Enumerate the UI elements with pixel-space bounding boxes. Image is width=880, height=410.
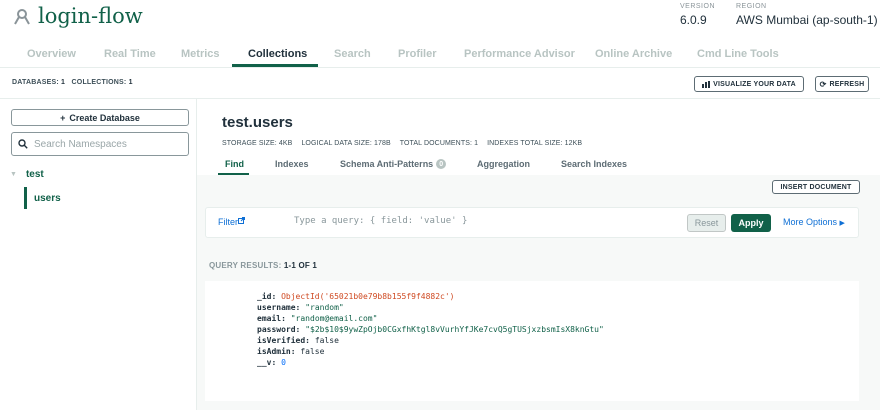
- insert-document-button[interactable]: INSERT DOCUMENT: [772, 180, 860, 194]
- field-key: isVerified:: [257, 336, 310, 345]
- total-documents: TOTAL DOCUMENTS: 1: [399, 140, 479, 147]
- create-database-label: Create Database: [69, 112, 140, 123]
- chart-icon: [702, 80, 711, 88]
- caret-right-icon: ▶: [839, 220, 845, 227]
- version-label: VERSION: [680, 3, 716, 10]
- visualize-data-label: VISUALIZE YOUR DATA: [713, 80, 796, 88]
- more-options-label: More Options: [783, 217, 838, 227]
- tab-metrics[interactable]: Metrics: [181, 44, 220, 66]
- version-value: 6.0.9: [680, 13, 707, 27]
- field-key: _id:: [257, 292, 277, 301]
- field-key: username:: [257, 303, 301, 312]
- tab-performance-advisor[interactable]: Performance Advisor: [464, 44, 575, 66]
- collections-count: 1: [128, 79, 133, 86]
- query-input[interactable]: [294, 216, 674, 226]
- cluster-tabs: Overview Real Time Metrics Collections S…: [0, 44, 880, 68]
- search-icon: [18, 139, 28, 149]
- document-field: __v: 0: [257, 357, 604, 368]
- field-value: 0: [281, 358, 286, 367]
- subtab-find[interactable]: Find: [225, 159, 244, 169]
- tab-profiler[interactable]: Profiler: [398, 44, 437, 66]
- subtab-schema-label: Schema Anti-Patterns: [340, 159, 434, 169]
- refresh-label: REFRESH: [829, 80, 865, 88]
- filter-link[interactable]: Filter: [218, 217, 245, 227]
- document-field: _id: ObjectId('65021b0e79b8b155f9f4882c'…: [257, 291, 604, 302]
- tree-database-test[interactable]: ▼ test: [10, 169, 44, 180]
- find-panel: INSERT DOCUMENT Filter Reset Apply More …: [197, 175, 880, 410]
- document-field: password: "$2b$10$9ywZpOjb0CGxfhKtgl8vVu…: [257, 324, 604, 335]
- subtab-indexes[interactable]: Indexes: [275, 159, 309, 169]
- tab-online-archive[interactable]: Online Archive: [595, 44, 672, 66]
- logical-data-size: LOGICAL DATA SIZE: 178B: [301, 140, 391, 147]
- database-name: test: [25, 169, 44, 180]
- apply-button[interactable]: Apply: [731, 214, 771, 232]
- document-field: username: "random": [257, 302, 604, 313]
- count-badge: 0: [436, 159, 447, 169]
- reset-button[interactable]: Reset: [687, 214, 726, 232]
- tab-collections[interactable]: Collections: [248, 44, 307, 66]
- tree-collection-users[interactable]: users: [34, 193, 61, 204]
- field-value: false: [314, 336, 339, 345]
- field-key: isAdmin:: [257, 347, 296, 356]
- field-value: "random@email.com": [290, 314, 378, 323]
- subtab-aggregation[interactable]: Aggregation: [477, 159, 530, 169]
- field-value: false: [300, 347, 325, 356]
- collection-subtabs: Find Indexes Schema Anti-Patterns 0 Aggr…: [197, 157, 880, 175]
- plus-icon: +: [60, 112, 66, 123]
- visualize-data-button[interactable]: VISUALIZE YOUR DATA: [694, 76, 804, 92]
- region-value: AWS Mumbai (ap-south-1): [736, 13, 878, 27]
- namespace-search: [11, 132, 189, 156]
- document-fields: _id: ObjectId('65021b0e79b8b155f9f4882c'…: [257, 291, 604, 368]
- field-value: "random": [305, 303, 344, 312]
- databases-label: DATABASES:: [12, 79, 59, 86]
- refresh-icon: ⟳: [819, 79, 827, 89]
- collection-title: test.users: [222, 114, 293, 131]
- filter-label: Filter: [218, 217, 238, 227]
- create-database-button[interactable]: + Create Database: [11, 109, 189, 126]
- results-range: 1-1 OF 1: [283, 261, 318, 270]
- document-field: email: "random@email.com": [257, 313, 604, 324]
- indexes-total-size: INDEXES TOTAL SIZE: 12KB: [487, 140, 583, 147]
- query-bar: Filter Reset Apply More Options ▶: [205, 207, 859, 238]
- search-namespaces-input[interactable]: [34, 138, 184, 150]
- field-value: "$2b$10$9ywZpOjb0CGxfhKtgl8vVurhYfJKe7cv…: [305, 325, 604, 334]
- storage-size: STORAGE SIZE: 4KB: [222, 140, 293, 147]
- caret-down-icon: ▼: [10, 171, 17, 178]
- collections-label: COLLECTIONS:: [71, 79, 127, 86]
- field-key: __v:: [257, 358, 277, 367]
- more-options-link[interactable]: More Options ▶: [783, 217, 845, 227]
- document-field: isVerified: false: [257, 335, 604, 346]
- region-label: REGION: [736, 3, 767, 10]
- field-key: email:: [257, 314, 286, 323]
- results-label: QUERY RESULTS:: [209, 261, 282, 270]
- field-key: password:: [257, 325, 301, 334]
- leaf-logo-icon: [14, 9, 30, 25]
- collection-stats: STORAGE SIZE: 4KB LOGICAL DATA SIZE: 178…: [222, 140, 582, 147]
- tab-cmd-line-tools[interactable]: Cmd Line Tools: [697, 44, 779, 66]
- subtab-search-indexes[interactable]: Search Indexes: [561, 159, 627, 169]
- subtab-schema-anti-patterns[interactable]: Schema Anti-Patterns 0: [340, 159, 447, 169]
- cluster-name: login-flow: [38, 4, 143, 28]
- tabs-divider: [0, 67, 880, 68]
- query-results-count: QUERY RESULTS: 1-1 OF 1: [209, 261, 317, 270]
- cluster-summary: DATABASES: 1 COLLECTIONS: 1: [12, 79, 133, 86]
- databases-count: 1: [61, 79, 66, 86]
- field-value: ObjectId('65021b0e79b8b155f9f4882c'): [281, 292, 455, 301]
- collection-panel: test.users STORAGE SIZE: 4KB LOGICAL DAT…: [197, 99, 880, 410]
- document-field: isAdmin: false: [257, 346, 604, 357]
- active-collection-indicator: [24, 187, 27, 209]
- refresh-button[interactable]: ⟳ REFRESH: [815, 76, 869, 92]
- tab-real-time[interactable]: Real Time: [104, 44, 156, 66]
- tab-overview[interactable]: Overview: [27, 44, 76, 66]
- namespace-sidebar: + Create Database ▼ test users: [0, 99, 197, 410]
- document-card[interactable]: _id: ObjectId('65021b0e79b8b155f9f4882c'…: [205, 281, 859, 401]
- tab-search[interactable]: Search: [334, 44, 371, 66]
- header: login-flow VERSION 6.0.9 REGION AWS Mumb…: [0, 0, 880, 40]
- external-link-icon: [238, 217, 245, 224]
